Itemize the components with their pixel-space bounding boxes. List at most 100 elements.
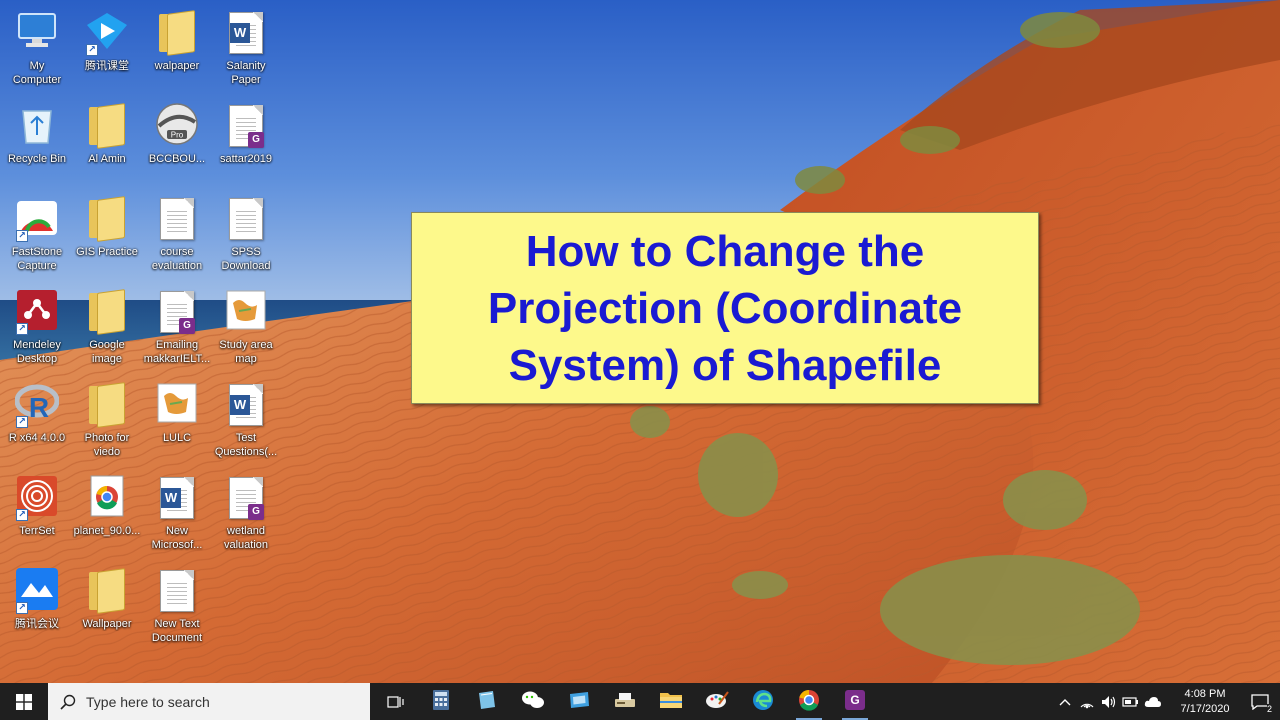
desktop-icon-label: Photo for viedo — [84, 432, 130, 458]
gpdf-document-icon: G — [229, 105, 264, 148]
desktop-icon-walpaper[interactable]: walpaper — [140, 4, 214, 92]
task-view-button[interactable] — [374, 683, 418, 720]
shortcut-arrow-icon: ↗ — [16, 230, 28, 242]
desktop-icon-grid: My Computer ↗ 腾讯课堂 walpaper W Salanity Paper R… — [0, 0, 290, 680]
taskbar-app-paint[interactable] — [694, 683, 740, 720]
desktop-icon-tencent-classroom[interactable]: ↗ 腾讯课堂 — [70, 4, 144, 92]
taskbar-app-wechat[interactable] — [510, 683, 556, 720]
desktop-icon-glyph: W — [154, 475, 200, 521]
desktop-icon-test-questions[interactable]: W Test Questions(... — [209, 376, 283, 464]
shortcut-arrow-icon: ↗ — [16, 416, 28, 428]
desktop-icon-glyph — [223, 196, 269, 242]
desktop-icon-label: GIS Practice — [76, 246, 138, 258]
network-icon[interactable] — [1076, 683, 1098, 720]
desktop-icon-planet-90[interactable]: planet_90.0... — [70, 469, 144, 557]
start-button[interactable] — [0, 683, 48, 720]
taskbar-search-box[interactable]: Type here to search — [48, 683, 370, 720]
desktop-icon-glyph — [84, 382, 130, 428]
desktop-icon-label: course evaluation — [151, 246, 203, 272]
desktop-icon-photo-for-viedo[interactable]: Photo for viedo — [70, 376, 144, 464]
desktop-icon-google-image[interactable]: Google image — [70, 283, 144, 371]
desktop-icon-r-x64[interactable]: R ↗ R x64 4.0.0 — [0, 376, 74, 464]
taskbar-app-screen-capture[interactable] — [556, 683, 602, 720]
desktop-icon-my-computer[interactable]: My Computer — [0, 4, 74, 92]
desktop-icon-spss-download[interactable]: SPSS Download — [209, 190, 283, 278]
edge-icon — [752, 689, 774, 715]
folder-icon — [87, 568, 127, 614]
desktop-icon-glyph — [223, 289, 269, 335]
desktop-icon-emailing-makkar[interactable]: G Emailing makkarIELT... — [140, 283, 214, 371]
desktop-icon-sattar2019[interactable]: Gsattar2019 — [209, 97, 283, 185]
desktop-icon-glyph — [84, 289, 130, 335]
clock-time: 4:08 PM — [1184, 687, 1226, 700]
shortcut-arrow-icon: ↗ — [16, 509, 28, 521]
video-title-card: How to Change the Projection (Coordinate… — [411, 212, 1039, 404]
desktop-icon-faststone-capture[interactable]: ↗ FastStone Capture — [0, 190, 74, 278]
desktop-icon-glyph — [84, 475, 130, 521]
desktop-icon-glyph — [14, 10, 60, 56]
wechat-icon — [521, 690, 545, 714]
taskbar-app-edge[interactable] — [740, 683, 786, 720]
gpdf-document-icon: G — [160, 291, 195, 334]
notification-center-button[interactable]: 2 — [1240, 683, 1280, 720]
folder-icon — [157, 10, 197, 56]
taskbar-app-calculator[interactable] — [418, 683, 464, 720]
taskbar-clock[interactable]: 4:08 PM 7/17/2020 — [1170, 687, 1240, 717]
shortcut-arrow-icon: ↗ — [86, 44, 98, 56]
desktop-icon-glyph — [154, 382, 200, 428]
scanner-icon — [613, 690, 637, 714]
desktop-icon-glyph: W — [223, 382, 269, 428]
system-tray: 4:08 PM 7/17/2020 2 — [1054, 683, 1280, 720]
task-view-icon — [387, 695, 404, 708]
desktop-icon-terrset[interactable]: ↗ TerrSet — [0, 469, 74, 557]
desktop-icon-label: 腾讯会议 — [15, 618, 59, 630]
desktop-icon-tencent-meeting[interactable]: ↗ 腾讯会议 — [0, 562, 74, 650]
desktop-icon-label: walpaper — [154, 60, 200, 72]
desktop-icon-wallpaper[interactable]: Wallpaper — [70, 562, 144, 650]
desktop-icon-label: TerrSet — [19, 525, 55, 537]
taskbar-app-scanner[interactable] — [602, 683, 648, 720]
desktop-icon-glyph — [154, 10, 200, 56]
folder-icon — [87, 196, 127, 242]
word-document-icon: W — [229, 12, 263, 54]
desktop-icon-al-amin[interactable]: Al Amin — [70, 97, 144, 185]
taskbar-app-notes[interactable] — [464, 683, 510, 720]
desktop-icon-new-text-document[interactable]: New Text Document — [140, 562, 214, 650]
desktop-icon-new-microsoft[interactable]: W New Microsof... — [140, 469, 214, 557]
text-document-icon — [160, 198, 194, 240]
desktop-icon-glyph — [14, 103, 60, 149]
word-document-icon: W — [229, 384, 263, 426]
desktop-icon-wetland-valuation[interactable]: Gwetland valuation — [209, 469, 283, 557]
desktop-icon-label: SPSS Download — [221, 246, 271, 272]
desktop-icon-lulc[interactable]: LULC — [140, 376, 214, 464]
map-image-icon — [225, 289, 267, 335]
desktop-icon-study-area-map[interactable]: Study area map — [209, 283, 283, 371]
desktop-icon-label: New Microsof... — [151, 525, 203, 551]
desktop-icon-recycle-bin[interactable]: Recycle Bin — [0, 97, 74, 185]
desktop-icon-label: planet_90.0... — [73, 525, 141, 537]
chrome-document-icon — [87, 475, 127, 521]
battery-icon[interactable] — [1120, 683, 1142, 720]
desktop-icon-glyph — [154, 196, 200, 242]
desktop-icon-glyph — [84, 568, 130, 614]
windows-logo-icon — [16, 693, 32, 710]
cloud-icon[interactable] — [1142, 683, 1164, 720]
taskbar: Type here to search G 4:08 PM 7/17/2020 — [0, 683, 1280, 720]
desktop-icon-salanity-paper[interactable]: W Salanity Paper — [209, 4, 283, 92]
chevron-up-icon[interactable] — [1054, 683, 1076, 720]
desktop-icon-label: Salanity Paper — [226, 60, 266, 86]
taskbar-app-gpdf[interactable]: G — [832, 683, 878, 720]
desktop-icon-glyph: R ↗ — [14, 382, 60, 428]
desktop-icon-glyph: G — [154, 289, 200, 335]
svg-text:R: R — [29, 392, 49, 423]
desktop-icon-course-evaluation[interactable]: course evaluation — [140, 190, 214, 278]
desktop-icon-gis-practice[interactable]: GIS Practice — [70, 190, 144, 278]
desktop-icon-mendeley-desktop[interactable]: ↗ Mendeley Desktop — [0, 283, 74, 371]
volume-icon[interactable] — [1098, 683, 1120, 720]
desktop-icon-glyph: W — [223, 10, 269, 56]
taskbar-app-file-explorer[interactable] — [648, 683, 694, 720]
calculator-icon — [432, 689, 450, 715]
desktop-icon-glyph: G — [223, 475, 269, 521]
taskbar-app-chrome[interactable] — [786, 683, 832, 720]
desktop-icon-bccbou[interactable]: Pro BCCBOU... — [140, 97, 214, 185]
